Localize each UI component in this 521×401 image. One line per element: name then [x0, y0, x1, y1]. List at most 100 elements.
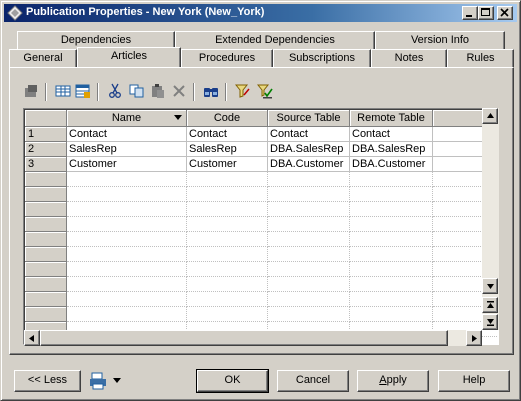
empty-grid-cell[interactable]: [67, 277, 187, 292]
empty-grid-cell[interactable]: [350, 187, 433, 202]
tab-notes[interactable]: Notes: [371, 49, 447, 67]
column-header-source-table[interactable]: Source Table: [268, 110, 350, 127]
row-header[interactable]: [25, 262, 67, 277]
empty-grid-cell[interactable]: [268, 172, 350, 187]
scroll-bottom-button[interactable]: [482, 314, 498, 330]
empty-grid-cell[interactable]: [350, 202, 433, 217]
customize-columns-button[interactable]: [255, 81, 275, 101]
empty-grid-cell[interactable]: [67, 232, 187, 247]
empty-grid-cell[interactable]: [350, 277, 433, 292]
grid-cell[interactable]: DBA.Customer: [350, 157, 433, 172]
column-header-remote-table[interactable]: Remote Table: [350, 110, 433, 127]
empty-grid-cell[interactable]: [187, 277, 268, 292]
copy-button[interactable]: [127, 81, 147, 101]
empty-grid-cell[interactable]: [187, 247, 268, 262]
row-header[interactable]: [25, 247, 67, 262]
empty-grid-cell[interactable]: [268, 277, 350, 292]
row-header[interactable]: 2: [25, 142, 67, 157]
grid-cell[interactable]: DBA.Customer: [268, 157, 350, 172]
ok-button[interactable]: OK: [196, 369, 269, 393]
grid-cell[interactable]: Contact: [350, 127, 433, 142]
tab-extended-dependencies[interactable]: Extended Dependencies: [175, 31, 375, 49]
filter-button[interactable]: [233, 81, 253, 101]
empty-grid-cell[interactable]: [67, 247, 187, 262]
empty-grid-cell[interactable]: [67, 262, 187, 277]
help-button[interactable]: Help: [438, 370, 510, 392]
empty-grid-cell[interactable]: [268, 232, 350, 247]
empty-grid-cell[interactable]: [187, 202, 268, 217]
empty-grid-cell[interactable]: [350, 172, 433, 187]
maximize-button[interactable]: [478, 6, 494, 20]
apply-button[interactable]: Apply: [357, 370, 429, 392]
row-header[interactable]: [25, 292, 67, 307]
column-header-name[interactable]: Name: [67, 110, 187, 127]
empty-grid-cell[interactable]: [187, 187, 268, 202]
print-dropdown-button[interactable]: [87, 370, 125, 392]
grid-corner-header[interactable]: [25, 110, 67, 127]
grid-cell[interactable]: Customer: [67, 157, 187, 172]
scroll-top-button[interactable]: [482, 297, 498, 313]
paste-button[interactable]: [148, 81, 168, 101]
grid-cell[interactable]: DBA.SalesRep: [350, 142, 433, 157]
grid-cell[interactable]: Customer: [187, 157, 268, 172]
empty-grid-cell[interactable]: [268, 247, 350, 262]
scroll-right-button[interactable]: [466, 330, 482, 346]
row-header[interactable]: [25, 232, 67, 247]
articles-grid[interactable]: Name Code Source Table Remote Table 1 Con…: [23, 108, 499, 345]
tab-general[interactable]: General: [9, 49, 77, 67]
empty-grid-cell[interactable]: [268, 292, 350, 307]
grid-cell[interactable]: DBA.SalesRep: [268, 142, 350, 157]
tab-version-info[interactable]: Version Info: [375, 31, 505, 49]
row-header[interactable]: [25, 307, 67, 322]
row-header[interactable]: [25, 277, 67, 292]
empty-grid-cell[interactable]: [268, 262, 350, 277]
empty-grid-cell[interactable]: [187, 232, 268, 247]
empty-grid-cell[interactable]: [350, 292, 433, 307]
cut-button[interactable]: [105, 81, 125, 101]
grid-cell[interactable]: Contact: [187, 127, 268, 142]
grid-cell[interactable]: Contact: [268, 127, 350, 142]
scroll-down-button[interactable]: [482, 278, 498, 294]
column-header-code[interactable]: Code: [187, 110, 268, 127]
row-header[interactable]: [25, 187, 67, 202]
empty-grid-cell[interactable]: [67, 217, 187, 232]
tab-procedures[interactable]: Procedures: [181, 49, 273, 67]
empty-grid-cell[interactable]: [268, 187, 350, 202]
dropdown-arrow-icon[interactable]: [174, 115, 182, 120]
scroll-thumb[interactable]: [40, 330, 448, 346]
title-bar[interactable]: Publication Properties - New York (New_Y…: [4, 4, 517, 22]
row-header[interactable]: [25, 202, 67, 217]
empty-grid-cell[interactable]: [350, 307, 433, 322]
row-header[interactable]: 3: [25, 157, 67, 172]
delete-button[interactable]: [169, 81, 189, 101]
empty-grid-cell[interactable]: [268, 202, 350, 217]
empty-grid-cell[interactable]: [67, 307, 187, 322]
row-header[interactable]: [25, 217, 67, 232]
grid-cell[interactable]: Contact: [67, 127, 187, 142]
tab-subscriptions[interactable]: Subscriptions: [273, 49, 371, 67]
empty-grid-cell[interactable]: [350, 217, 433, 232]
scroll-left-button[interactable]: [24, 330, 40, 346]
row-header[interactable]: [25, 172, 67, 187]
grid-cell[interactable]: SalesRep: [67, 142, 187, 157]
empty-grid-cell[interactable]: [350, 247, 433, 262]
empty-grid-cell[interactable]: [187, 292, 268, 307]
horizontal-scrollbar[interactable]: [24, 330, 482, 346]
scroll-up-button[interactable]: [482, 108, 498, 124]
minimize-button[interactable]: [462, 6, 478, 20]
close-button[interactable]: [497, 6, 513, 20]
tab-articles[interactable]: Articles: [77, 47, 181, 67]
row-header[interactable]: 1: [25, 127, 67, 142]
empty-grid-cell[interactable]: [187, 217, 268, 232]
empty-grid-cell[interactable]: [187, 262, 268, 277]
empty-grid-cell[interactable]: [268, 307, 350, 322]
empty-grid-cell[interactable]: [350, 262, 433, 277]
empty-grid-cell[interactable]: [67, 292, 187, 307]
empty-grid-cell[interactable]: [187, 172, 268, 187]
empty-grid-cell[interactable]: [268, 217, 350, 232]
empty-grid-cell[interactable]: [67, 172, 187, 187]
tab-rules[interactable]: Rules: [447, 49, 514, 67]
empty-grid-cell[interactable]: [67, 187, 187, 202]
grid-cell[interactable]: SalesRep: [187, 142, 268, 157]
properties-button[interactable]: [21, 81, 41, 101]
